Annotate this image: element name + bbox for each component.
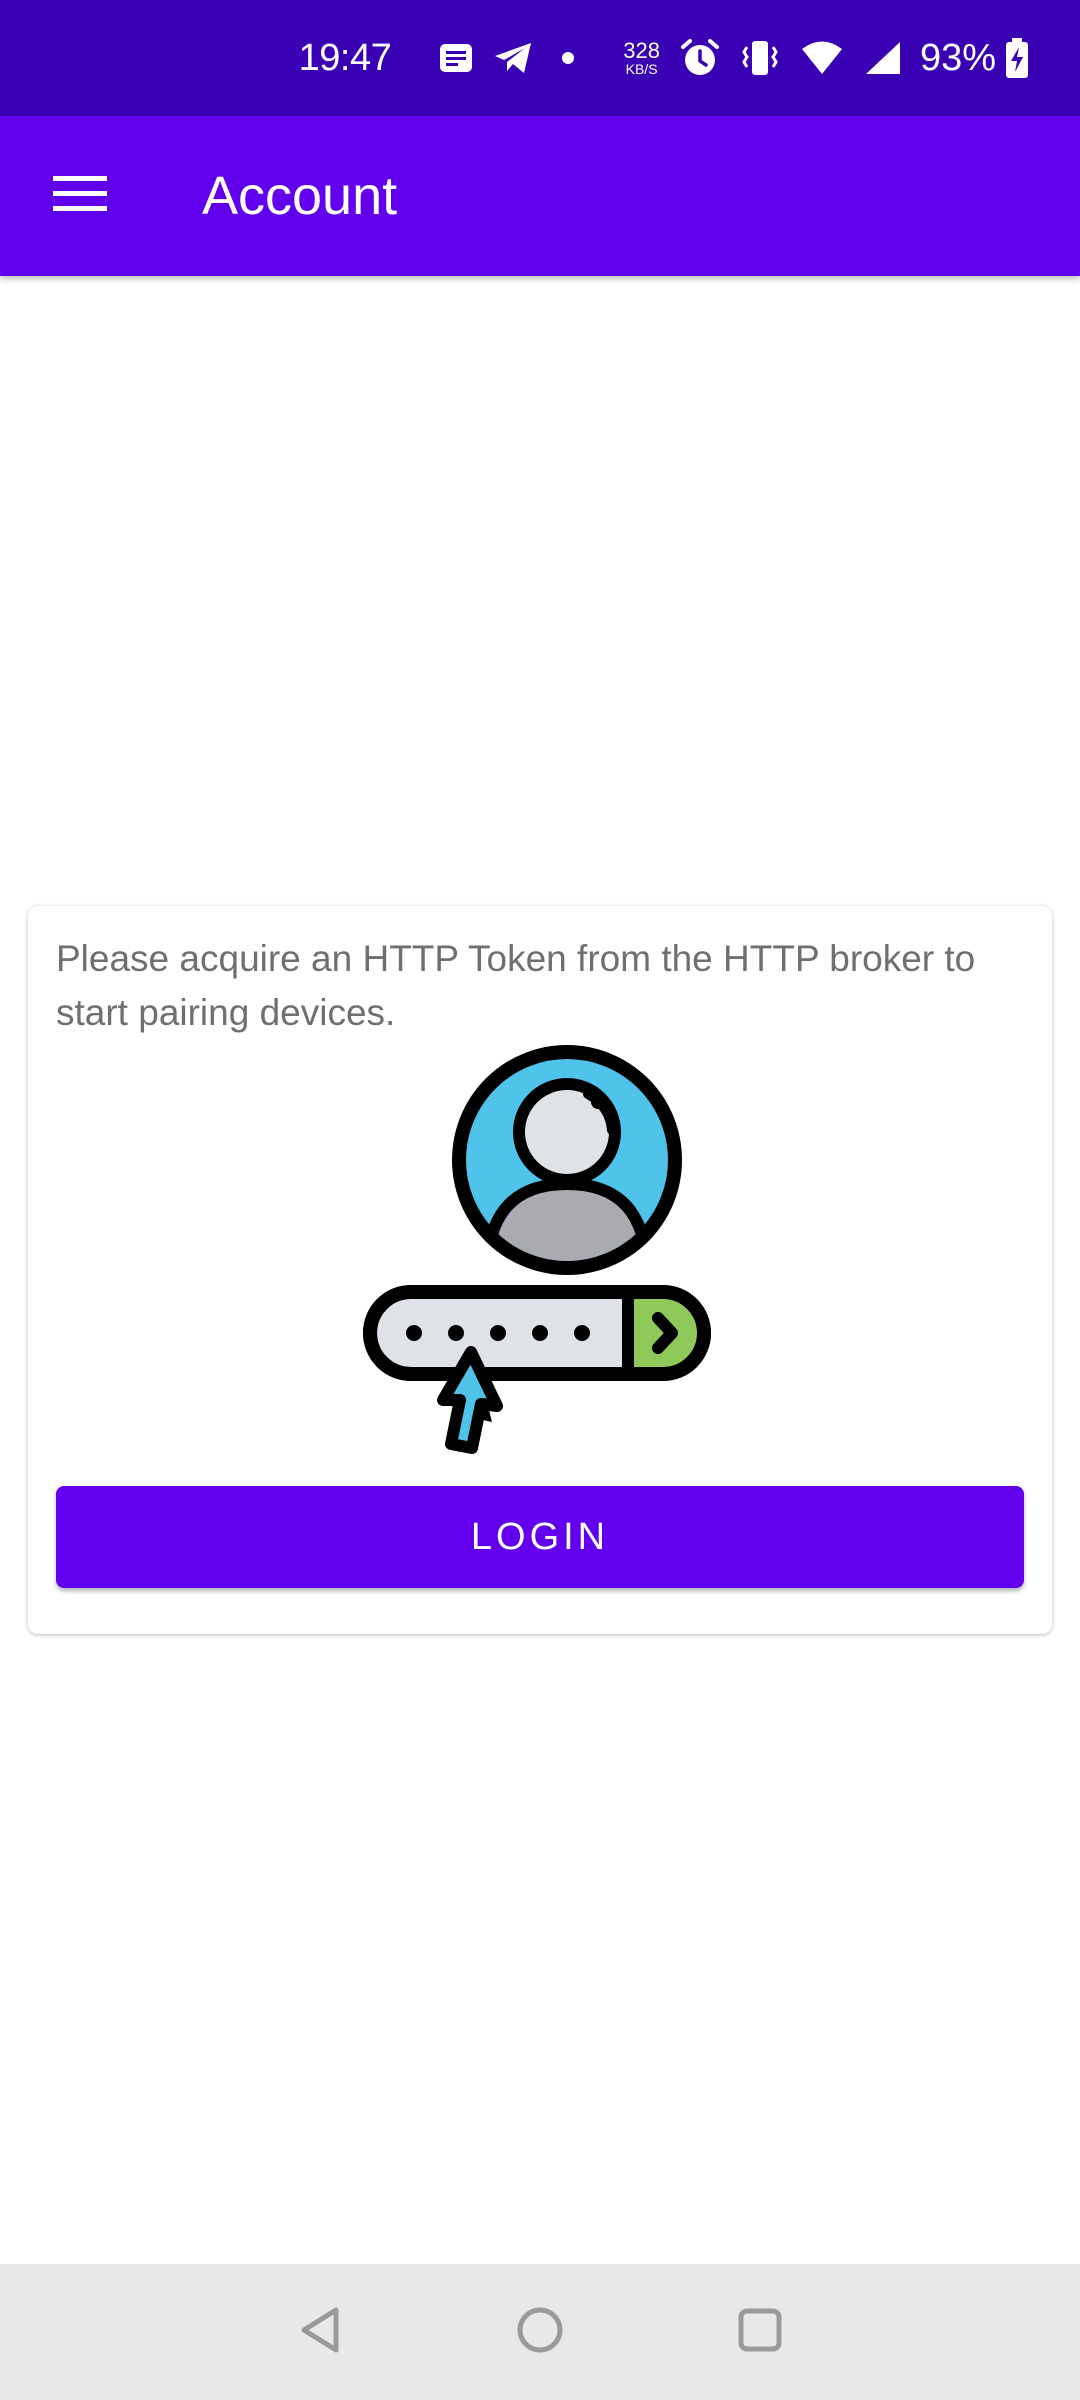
status-time: 19:47 bbox=[298, 36, 392, 79]
battery-percent: 93% bbox=[919, 36, 996, 79]
alarm-icon bbox=[680, 38, 720, 78]
telegram-icon bbox=[493, 41, 533, 75]
net-speed: 328 KB/S bbox=[623, 38, 660, 77]
status-bar: 19:47 328 KB/S 93% bbox=[0, 0, 1080, 116]
home-button[interactable] bbox=[490, 2282, 590, 2382]
login-button[interactable]: LOGIN bbox=[56, 1486, 1024, 1588]
message-icon bbox=[439, 43, 473, 73]
back-button[interactable] bbox=[270, 2282, 370, 2382]
user-password-login-illustration bbox=[360, 1044, 740, 1464]
vibrate-icon bbox=[740, 39, 780, 77]
hamburger-menu-icon bbox=[53, 174, 107, 219]
login-card: Please acquire an HTTP Token from the HT… bbox=[28, 906, 1052, 1634]
dot-icon bbox=[553, 51, 583, 65]
card-message: Please acquire an HTTP Token from the HT… bbox=[56, 938, 976, 1033]
net-speed-value: 328 bbox=[623, 38, 660, 63]
app-bar: Account bbox=[0, 116, 1080, 276]
net-speed-unit: KB/S bbox=[625, 61, 658, 77]
home-icon bbox=[516, 2306, 564, 2359]
page-title: Account bbox=[202, 166, 398, 226]
battery-charging-icon bbox=[1004, 37, 1030, 79]
menu-button[interactable] bbox=[20, 136, 140, 256]
back-icon bbox=[298, 2306, 342, 2359]
recents-button[interactable] bbox=[710, 2282, 810, 2382]
recents-icon bbox=[736, 2306, 784, 2359]
wifi-icon bbox=[800, 40, 844, 76]
cell-signal-icon bbox=[864, 40, 902, 76]
system-nav-bar bbox=[0, 2264, 1080, 2400]
screen: 19:47 328 KB/S 93% Account Please acquir… bbox=[0, 0, 1080, 2400]
